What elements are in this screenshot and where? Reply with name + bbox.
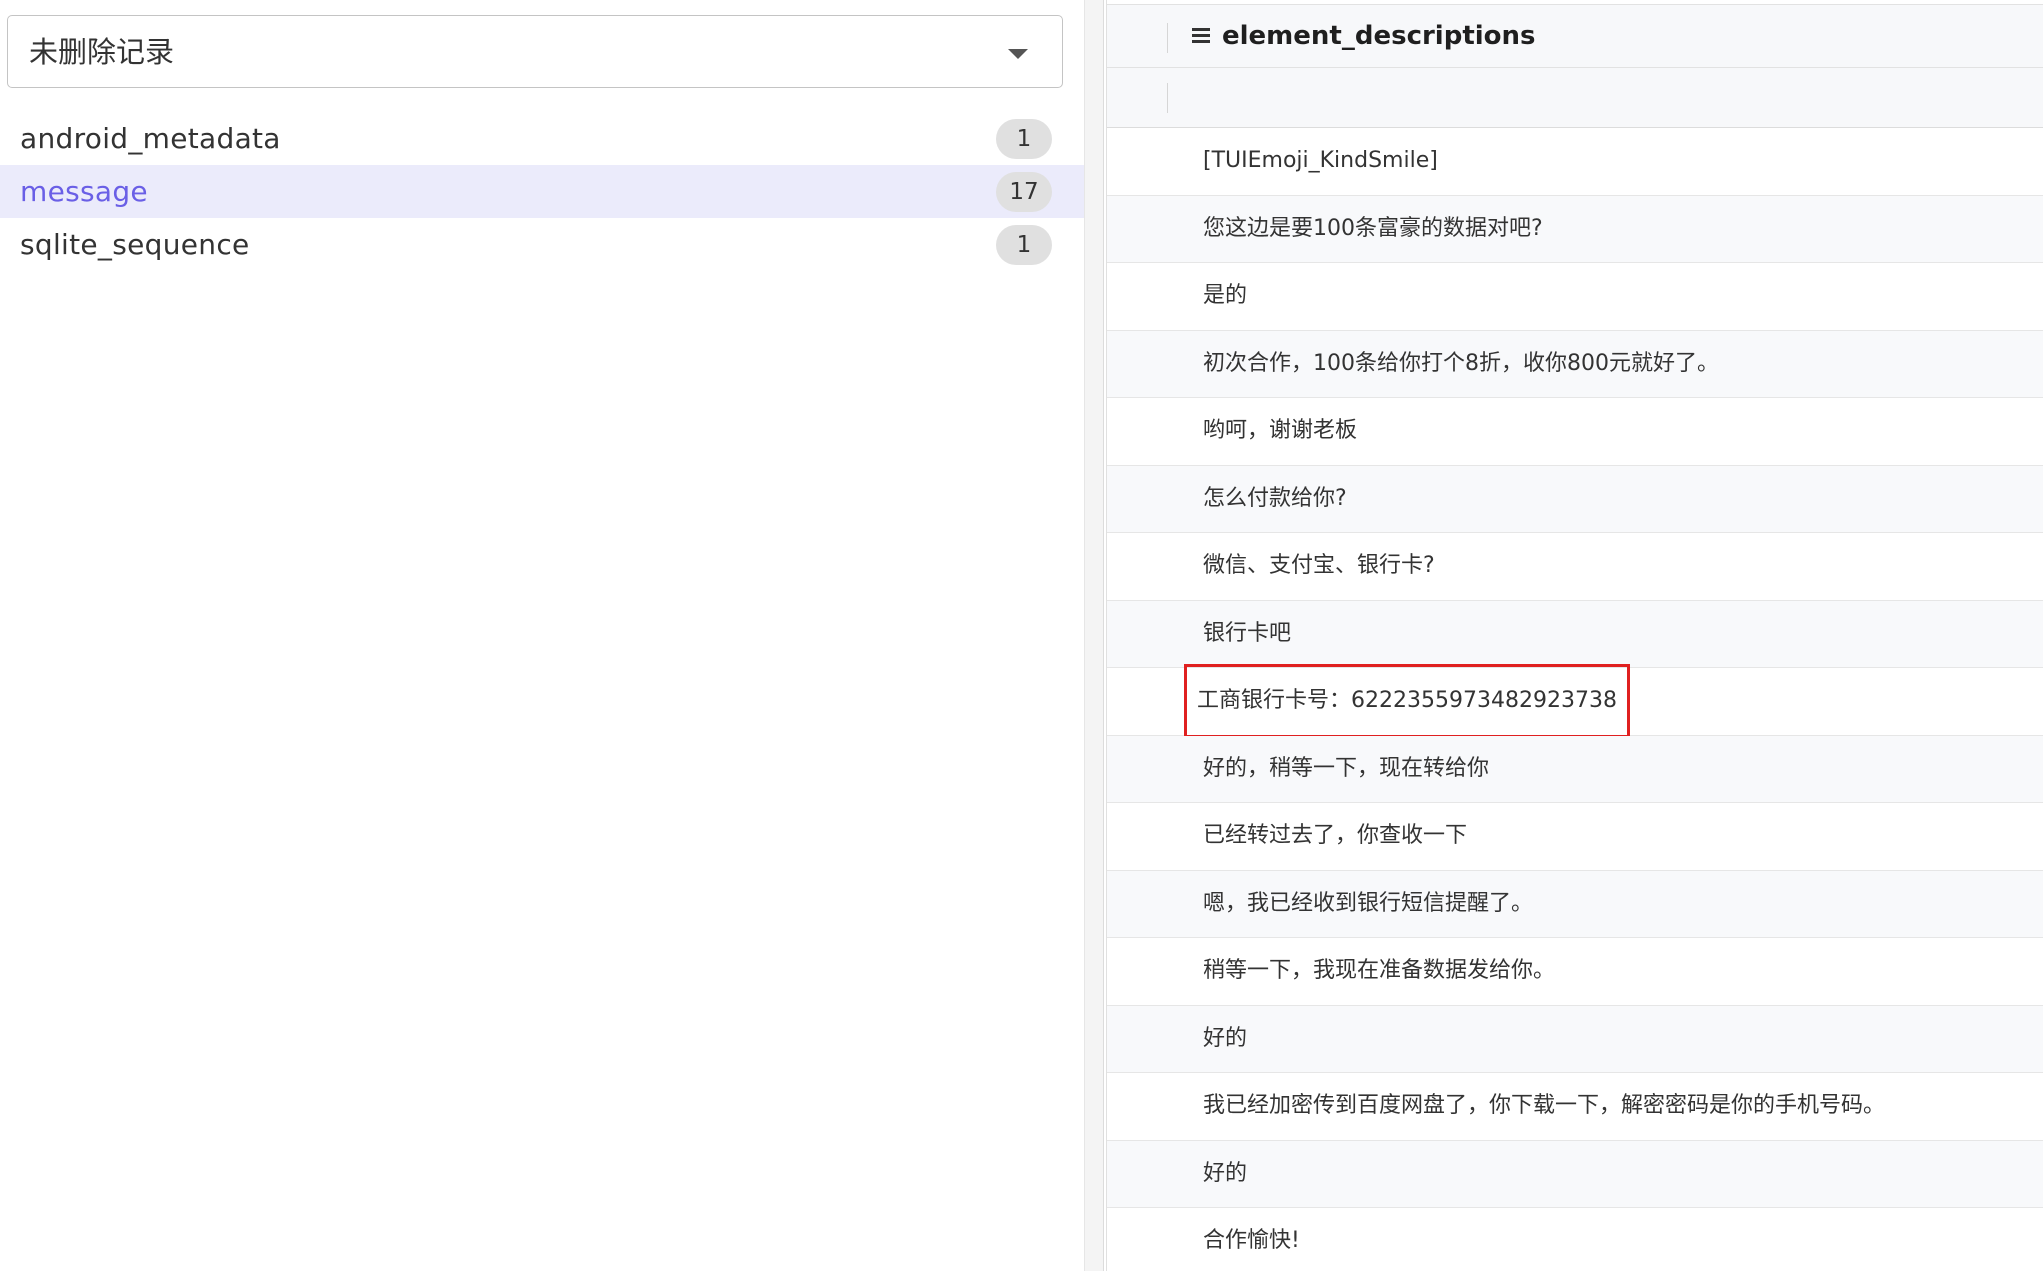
table-item-label: sqlite_sequence	[20, 228, 250, 261]
table-row[interactable]: 好的，稍等一下，现在转给你	[1107, 735, 2043, 803]
table-cell: 好的	[1203, 1160, 1248, 1186]
table-row[interactable]: 好的	[1107, 1140, 2043, 1208]
grid-header: element_descriptions	[1107, 4, 2043, 68]
table-cell: 哟呵，谢谢老板	[1203, 418, 1358, 443]
list-icon	[1192, 26, 1210, 44]
table-row[interactable]: 银行卡吧	[1107, 600, 2043, 668]
table-cell: 初次合作，100条给你打个8折，收你800元就好了。	[1203, 350, 1719, 376]
table-row[interactable]: 您这边是要100条富豪的数据对吧?	[1107, 195, 2043, 263]
caret-down-icon	[1008, 49, 1028, 59]
table-cell: 好的	[1203, 1025, 1248, 1051]
table-cell: 微信、支付宝、银行卡?	[1203, 553, 1435, 578]
table-row[interactable]: 微信、支付宝、银行卡?	[1107, 533, 2043, 601]
table-row[interactable]: [TUIEmoji_KindSmile]	[1107, 128, 2043, 196]
table-list: android_metadata 1 message 17 sqlite_seq…	[0, 112, 1084, 271]
count-badge: 17	[996, 172, 1052, 212]
record-filter-value: 未删除记录	[29, 35, 175, 69]
table-cell: 银行卡吧	[1203, 620, 1292, 646]
table-item-label: android_metadata	[20, 122, 281, 155]
table-cell: 稍等一下，我现在准备数据发给你。	[1203, 958, 1556, 983]
table-row[interactable]: 哟呵，谢谢老板	[1107, 398, 2043, 466]
table-row[interactable]: 合作愉快!	[1107, 1208, 2043, 1271]
panel-resize-handle[interactable]	[1084, 0, 1104, 1271]
table-row[interactable]: 是的	[1107, 263, 2043, 331]
grid-body: [TUIEmoji_KindSmile] 您这边是要100条富豪的数据对吧? 是的初…	[1107, 128, 2043, 1271]
table-row[interactable]: 初次合作，100条给你打个8折，收你800元就好了。	[1107, 330, 2043, 398]
table-item-label: message	[20, 175, 148, 208]
table-row[interactable]: 怎么付款给你?	[1107, 465, 2043, 533]
table-cell: 已经转过去了，你查收一下	[1203, 823, 1468, 848]
table-cell: 我已经加密传到百度网盘了，你下载一下，解密密码是你的手机号码。	[1203, 1093, 1886, 1118]
table-item-message[interactable]: message 17	[0, 165, 1084, 218]
table-row[interactable]: 嗯，我已经收到银行短信提醒了。	[1107, 870, 2043, 938]
table-item-sqlite-sequence[interactable]: sqlite_sequence 1	[0, 218, 1084, 271]
grid-filter-row[interactable]	[1107, 68, 2043, 128]
table-cell: [TUIEmoji_KindSmile]	[1203, 148, 1438, 173]
record-filter-select[interactable]: 未删除记录	[7, 15, 1063, 88]
table-cell: 工商银行卡号：6222355973482923738	[1184, 664, 1630, 738]
count-badge: 1	[996, 225, 1052, 265]
column-separator	[1167, 23, 1168, 53]
table-cell: 合作愉快!	[1203, 1228, 1300, 1253]
data-grid-panel: element_descriptions [TUIEmoji_KindSmile…	[1106, 0, 2043, 1271]
table-row[interactable]: 我已经加密传到百度网盘了，你下载一下，解密密码是你的手机号码。	[1107, 1073, 2043, 1141]
table-row[interactable]: 稍等一下，我现在准备数据发给你。	[1107, 938, 2043, 1006]
table-cell: 好的，稍等一下，现在转给你	[1203, 755, 1490, 781]
table-cell: 怎么付款给你?	[1203, 485, 1347, 511]
table-cell: 是的	[1203, 283, 1248, 308]
column-separator	[1167, 83, 1168, 113]
count-badge: 1	[996, 119, 1052, 159]
app-window: 未删除记录 android_metadata 1 message 17 sqli…	[0, 0, 2043, 1271]
table-row[interactable]: 好的	[1107, 1005, 2043, 1073]
table-row[interactable]: 已经转过去了，你查收一下	[1107, 803, 2043, 871]
table-cell: 嗯，我已经收到银行短信提醒了。	[1203, 890, 1534, 916]
table-item-android-metadata[interactable]: android_metadata 1	[0, 112, 1084, 165]
table-cell: 您这边是要100条富豪的数据对吧?	[1203, 215, 1543, 241]
table-row-highlighted[interactable]: 工商银行卡号：6222355973482923738	[1107, 664, 2043, 738]
table-list-panel: 未删除记录 android_metadata 1 message 17 sqli…	[0, 0, 1084, 1271]
column-header-element-descriptions[interactable]: element_descriptions	[1222, 5, 1536, 67]
